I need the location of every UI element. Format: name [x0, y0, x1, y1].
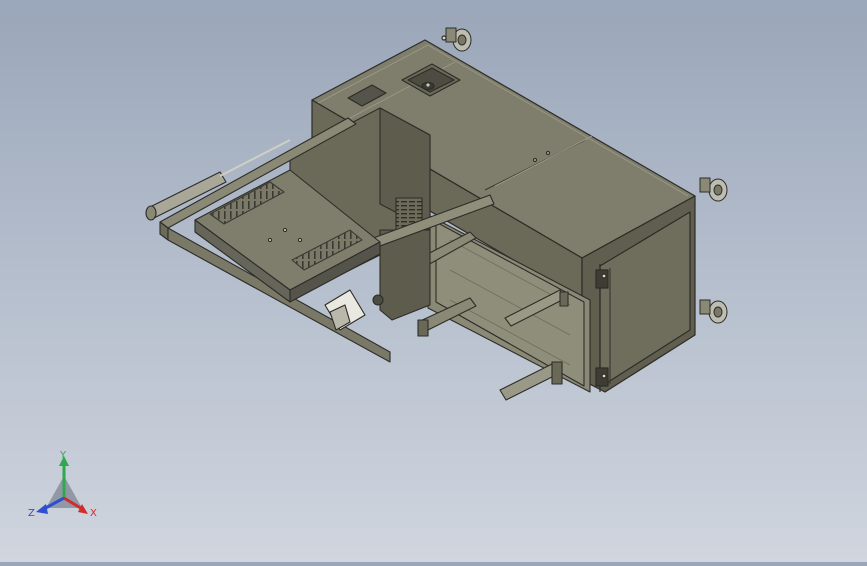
caster-right-lower — [699, 299, 728, 324]
caster-top — [445, 27, 472, 52]
model-viewport[interactable] — [0, 0, 867, 562]
caster-right-upper — [699, 177, 728, 202]
machine-assembly-drawing — [145, 27, 728, 401]
x-axis-label: X — [90, 508, 97, 519]
z-axis-label: Z — [28, 508, 35, 519]
orientation-triad[interactable]: Y X Z — [26, 448, 106, 524]
triad-graphic: Y X Z — [28, 450, 97, 519]
y-axis-label: Y — [59, 450, 67, 461]
